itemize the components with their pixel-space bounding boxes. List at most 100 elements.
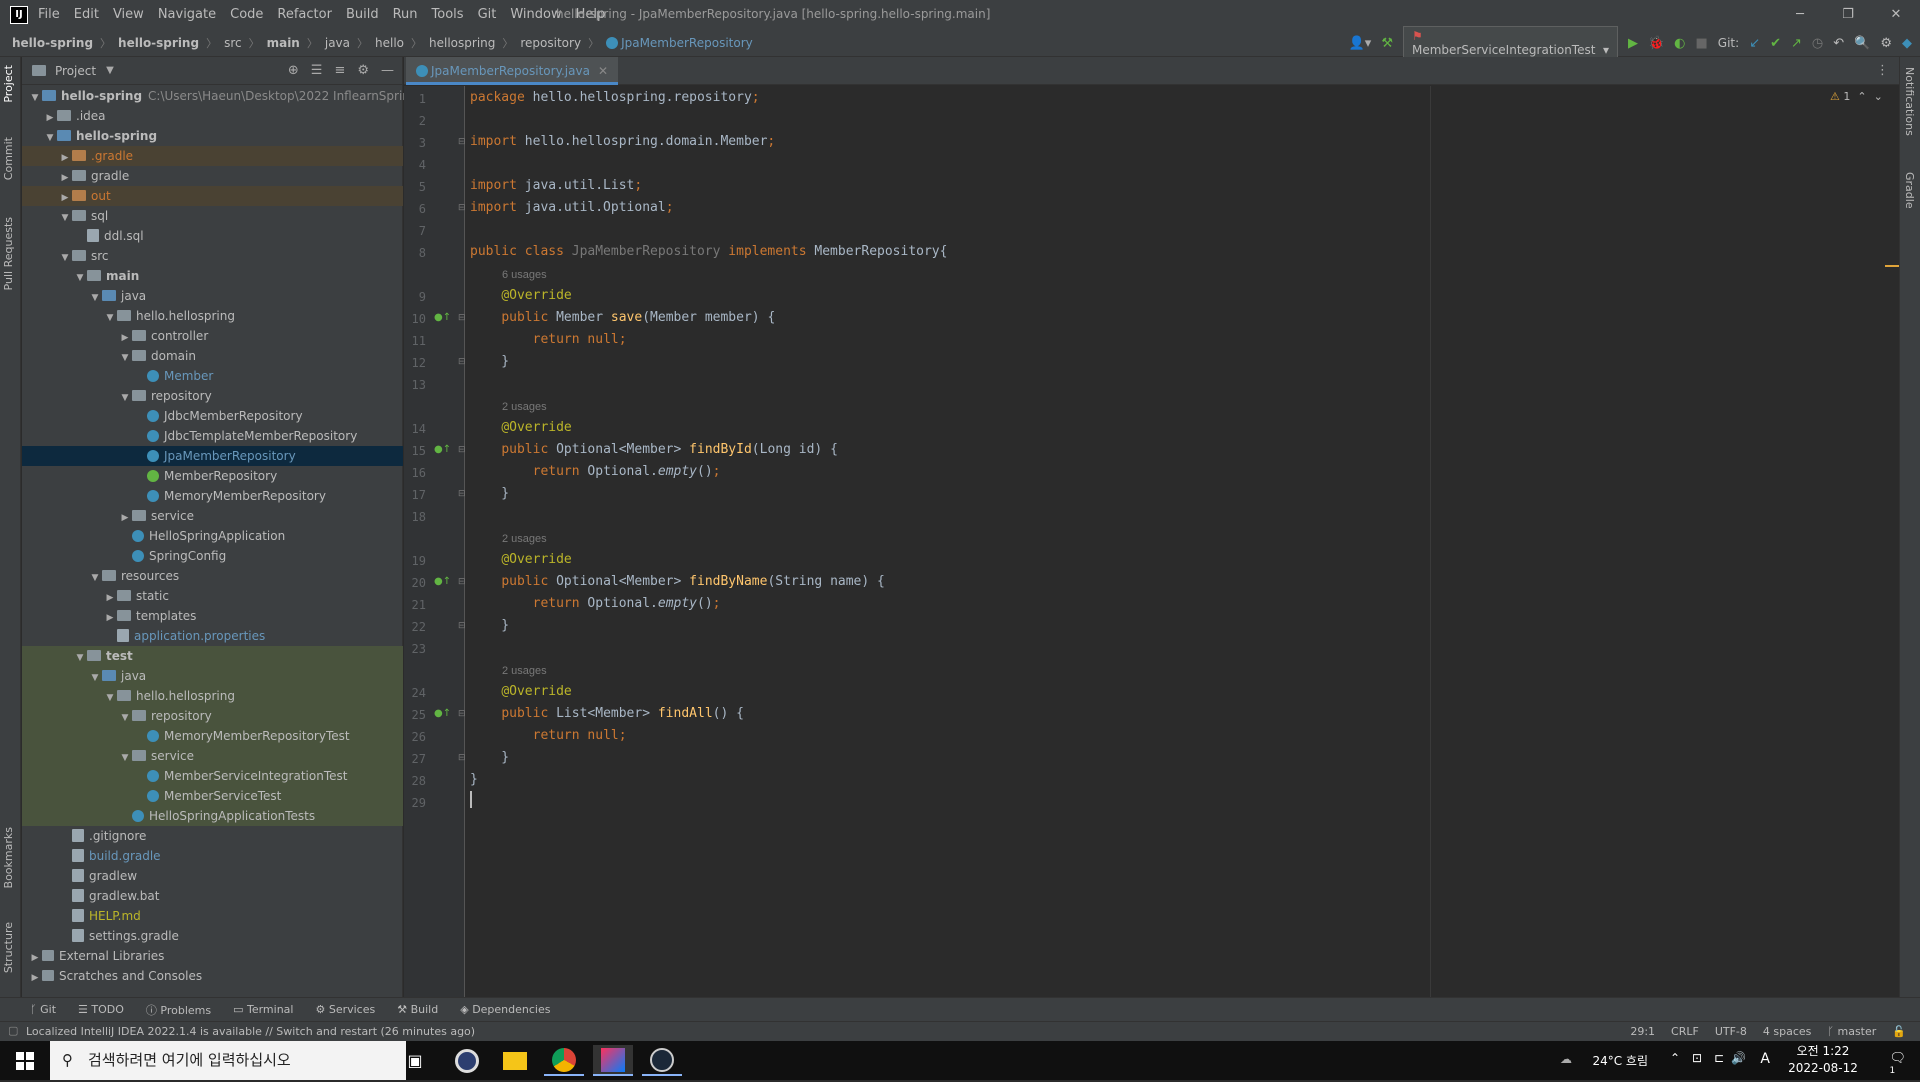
- chevron-down-icon[interactable]: ▼: [28, 88, 42, 108]
- tool-window-build[interactable]: ⚒ Build: [397, 1003, 438, 1016]
- coverage-icon[interactable]: ◐: [1674, 36, 1685, 51]
- chevron-right-icon[interactable]: ▶: [43, 108, 57, 128]
- chevron-down-icon[interactable]: ▼: [73, 648, 87, 668]
- chevron-down-icon[interactable]: ▼: [73, 268, 87, 288]
- code-line[interactable]: import hello.hellospring.domain.Member;: [470, 134, 775, 149]
- code-line[interactable]: }: [470, 750, 509, 765]
- jetbrains-icon[interactable]: ◆: [1902, 36, 1912, 51]
- chevron-down-icon[interactable]: ▼: [106, 65, 114, 76]
- code-line[interactable]: import java.util.Optional;: [470, 200, 674, 215]
- menu-view[interactable]: View: [113, 7, 144, 22]
- tree-item[interactable]: ▼ main: [22, 266, 403, 286]
- code-line[interactable]: return Optional.empty();: [470, 596, 721, 611]
- chevron-down-icon[interactable]: ▼: [103, 308, 117, 328]
- tree-item[interactable]: ▼ java: [22, 286, 403, 306]
- chevron-right-icon[interactable]: ▶: [58, 168, 72, 188]
- breadcrumb-item[interactable]: repository: [520, 36, 581, 50]
- search-icon[interactable]: 🔍: [1854, 36, 1870, 51]
- fold-icon[interactable]: ⊟: [458, 445, 466, 455]
- breadcrumb-item[interactable]: hello-spring: [118, 36, 199, 50]
- tree-item[interactable]: JdbcTemplateMemberRepository: [22, 426, 403, 446]
- breadcrumb-item[interactable]: hello-spring: [12, 36, 93, 50]
- code-line[interactable]: }: [470, 618, 509, 633]
- close-icon[interactable]: ✕: [1872, 0, 1920, 29]
- tree-item[interactable]: ▶ External Libraries: [22, 946, 403, 966]
- chevron-down-icon[interactable]: ▼: [88, 668, 102, 688]
- fold-icon[interactable]: ⊟: [458, 709, 466, 719]
- code-line[interactable]: public Optional<Member> findByName(Strin…: [470, 574, 885, 589]
- chevron-down-icon[interactable]: ▼: [58, 248, 72, 268]
- fold-icon[interactable]: ⊟: [458, 203, 466, 213]
- chevron-right-icon[interactable]: ▶: [118, 508, 132, 528]
- tree-item[interactable]: .gitignore: [22, 826, 403, 846]
- tree-item[interactable]: ▶ out: [22, 186, 403, 206]
- chevron-down-icon[interactable]: ▼: [43, 128, 57, 148]
- tool-window-todo[interactable]: ☰ TODO: [78, 1003, 124, 1016]
- tree-item[interactable]: ▼ sql: [22, 206, 403, 226]
- code-line[interactable]: package hello.hellospring.repository;: [470, 90, 760, 105]
- run-config-select[interactable]: ⚑ MemberServiceIntegrationTest ▾: [1402, 26, 1618, 60]
- chevron-down-icon[interactable]: ▼: [118, 388, 132, 408]
- expand-all-icon[interactable]: ☰: [311, 63, 323, 78]
- hide-icon[interactable]: —: [381, 63, 394, 78]
- chevron-down-icon[interactable]: ▼: [118, 748, 132, 768]
- tree-item[interactable]: ▼ repository: [22, 386, 403, 406]
- collapse-all-icon[interactable]: ≡: [334, 63, 345, 78]
- tree-item[interactable]: HelloSpringApplicationTests: [22, 806, 403, 826]
- tool-notifications[interactable]: Notifications: [1903, 67, 1916, 136]
- code-line[interactable]: return null;: [470, 332, 627, 347]
- usages-hint[interactable]: 2 usages: [502, 533, 547, 545]
- tree-item[interactable]: ▶ .gradle: [22, 146, 403, 166]
- tree-item[interactable]: ▼ src: [22, 246, 403, 266]
- implements-method-icon[interactable]: ●↑: [434, 708, 451, 719]
- code-line[interactable]: public Optional<Member> findById(Long id…: [470, 442, 838, 457]
- tool-structure[interactable]: Structure: [2, 922, 15, 973]
- tree-item[interactable]: Member: [22, 366, 403, 386]
- code-line[interactable]: @Override: [470, 684, 571, 699]
- fold-icon[interactable]: ⊟: [458, 577, 466, 587]
- code-line[interactable]: }: [470, 772, 478, 787]
- code-line[interactable]: @Override: [470, 288, 571, 303]
- breadcrumb-item[interactable]: java: [325, 36, 350, 50]
- fold-icon[interactable]: ⊟: [458, 313, 466, 323]
- network-icon[interactable]: ⊡: [1692, 1051, 1702, 1065]
- fold-icon[interactable]: ⊟: [458, 753, 466, 763]
- tool-commit[interactable]: Commit: [2, 137, 15, 180]
- tree-item[interactable]: settings.gradle: [22, 926, 403, 946]
- tree-item[interactable]: ▼ java: [22, 666, 403, 686]
- tool-window-dependencies[interactable]: ◈ Dependencies: [460, 1003, 550, 1016]
- tool-window-terminal[interactable]: ▭ Terminal: [233, 1003, 293, 1016]
- notification-icon[interactable]: 🗨1: [1889, 1051, 1906, 1082]
- more-icon[interactable]: ⋮: [1876, 63, 1889, 78]
- menu-build[interactable]: Build: [346, 7, 379, 22]
- tree-item[interactable]: ▶ controller: [22, 326, 403, 346]
- weather-text[interactable]: 24°C 흐림: [1592, 1052, 1648, 1069]
- taskbar-search-input[interactable]: ⚲ 검색하려면 여기에 입력하십시오: [50, 1041, 406, 1080]
- chrome-icon[interactable]: [544, 1045, 584, 1076]
- fold-icon[interactable]: ⊟: [458, 357, 466, 367]
- tree-item[interactable]: HELP.md: [22, 906, 403, 926]
- code-line[interactable]: public class JpaMemberRepository impleme…: [470, 244, 947, 259]
- tree-item[interactable]: JpaMemberRepository: [22, 446, 403, 466]
- history-icon[interactable]: ◷: [1812, 36, 1823, 51]
- tree-item[interactable]: ▶ .idea: [22, 106, 403, 126]
- close-icon[interactable]: ✕: [598, 64, 608, 78]
- restore-icon[interactable]: ❐: [1824, 0, 1872, 29]
- tool-window-git[interactable]: ᚴ Git: [30, 1003, 56, 1016]
- code-line[interactable]: }: [470, 486, 509, 501]
- locate-icon[interactable]: ⊕: [288, 63, 299, 78]
- tool-window-services[interactable]: ⚙ Services: [315, 1003, 375, 1016]
- tree-item[interactable]: ▶ Scratches and Consoles: [22, 966, 403, 986]
- clock[interactable]: 오전 1:22 2022-08-12: [1780, 1043, 1866, 1077]
- menu-edit[interactable]: Edit: [74, 7, 99, 22]
- tool-window-problems[interactable]: ⓘ Problems: [146, 1002, 211, 1018]
- menu-navigate[interactable]: Navigate: [158, 7, 216, 22]
- volume-icon[interactable]: 🔊: [1731, 1051, 1746, 1065]
- tree-item[interactable]: MemberServiceIntegrationTest: [22, 766, 403, 786]
- breadcrumb-item[interactable]: src: [224, 36, 242, 50]
- chevron-down-icon[interactable]: ▼: [118, 708, 132, 728]
- git-branch[interactable]: ᚴ master: [1827, 1025, 1876, 1038]
- code-line[interactable]: }: [470, 354, 509, 369]
- menu-code[interactable]: Code: [230, 7, 263, 22]
- tree-item[interactable]: JdbcMemberRepository: [22, 406, 403, 426]
